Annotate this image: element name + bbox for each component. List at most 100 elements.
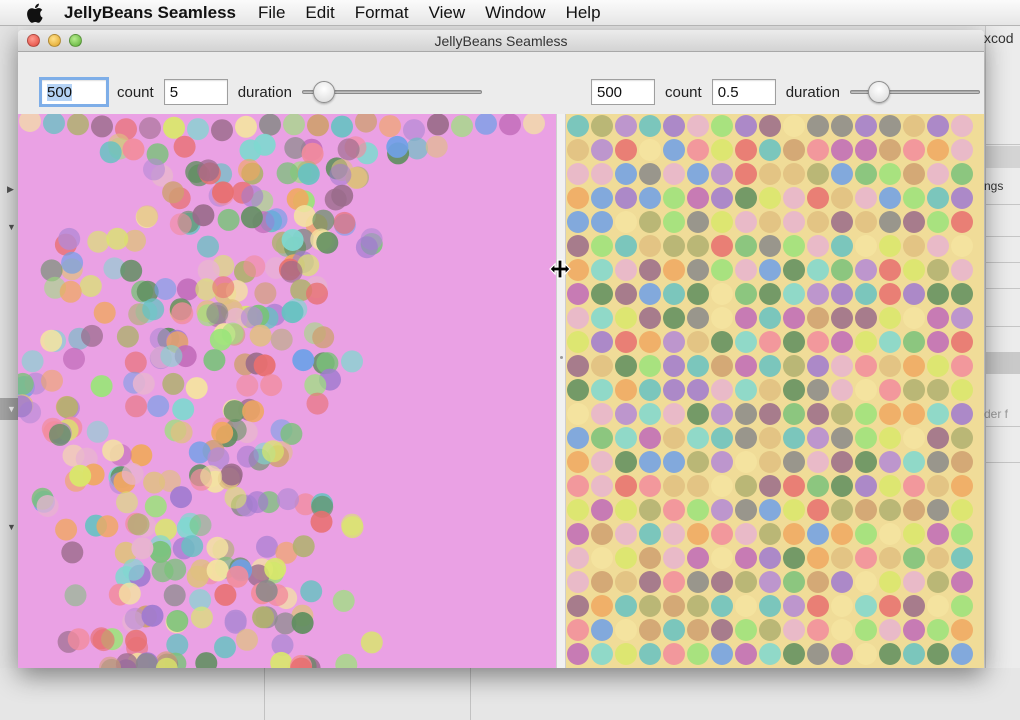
jellybean (927, 331, 949, 353)
menu-view[interactable]: View (429, 3, 466, 23)
left-count-input[interactable]: 500 (39, 77, 109, 107)
jellybean (63, 347, 85, 370)
jellybean (759, 403, 781, 425)
jellybean (783, 547, 805, 569)
jellybean (951, 355, 973, 377)
jellybean (855, 475, 877, 497)
menu-edit[interactable]: Edit (305, 3, 334, 23)
jellybean (591, 475, 613, 497)
jellybean (93, 301, 116, 324)
jellybean (903, 571, 925, 593)
jellybean (130, 444, 153, 467)
jellybean (591, 235, 613, 257)
right-jellybean-canvas[interactable] (566, 114, 984, 668)
jellybean (324, 188, 347, 211)
jellybean (403, 119, 425, 142)
jellybean (951, 235, 973, 257)
jellybean (903, 523, 925, 545)
jellybean (855, 187, 877, 209)
jellybean (735, 211, 757, 233)
jellybean (190, 606, 213, 629)
jellybean (855, 595, 877, 617)
jellybean (735, 163, 757, 185)
jellybean (591, 547, 613, 569)
jellybean (831, 259, 853, 281)
jellybean (687, 115, 709, 137)
jellybean (310, 510, 333, 533)
background-label: rder f (980, 407, 1009, 421)
controls-toolbar: 500 count 5 duration 500 count 0.5 durat… (18, 52, 984, 114)
apple-icon[interactable] (22, 2, 50, 24)
left-slider-knob[interactable] (312, 81, 335, 103)
jellybean (615, 259, 637, 281)
right-slider-knob[interactable] (867, 81, 890, 103)
jellybean (639, 115, 661, 137)
jellybean (807, 187, 829, 209)
split-divider[interactable] (556, 114, 566, 668)
menu-file[interactable]: File (258, 3, 285, 23)
jellybean (639, 259, 661, 281)
app-menu[interactable]: JellyBeans Seamless (64, 3, 236, 23)
jellybean (270, 651, 293, 668)
jellybean (276, 162, 299, 185)
right-duration-input[interactable]: 0.5 (711, 79, 776, 105)
jellybean (663, 403, 685, 425)
jellybean (735, 403, 757, 425)
menu-help[interactable]: Help (566, 3, 601, 23)
jellybean (143, 158, 165, 181)
left-duration-slider[interactable] (301, 79, 482, 105)
minimize-icon[interactable] (48, 34, 61, 47)
jellybean (807, 163, 829, 185)
right-count-input[interactable]: 500 (591, 79, 655, 105)
jellybean (87, 230, 110, 253)
jellybean (172, 398, 195, 421)
jellybean (855, 499, 877, 521)
jellybean (142, 298, 165, 321)
jellybean (192, 204, 215, 227)
jellybean (711, 235, 733, 257)
jellybean (735, 475, 757, 497)
jellybean (170, 421, 193, 444)
jellybean (122, 138, 145, 161)
jellybean (807, 283, 829, 305)
right-duration-slider[interactable] (849, 79, 980, 105)
jellybean (120, 259, 143, 282)
menu-window[interactable]: Window (485, 3, 545, 23)
window-titlebar[interactable]: JellyBeans Seamless (18, 30, 984, 52)
close-icon[interactable] (27, 34, 40, 47)
jellybean (879, 163, 901, 185)
jellybean (639, 163, 661, 185)
zoom-icon[interactable] (69, 34, 82, 47)
jellybean (783, 403, 805, 425)
jellybean (807, 115, 829, 137)
left-duration-input[interactable]: 5 (163, 79, 228, 105)
jellybean (759, 187, 781, 209)
jellybean (615, 619, 637, 641)
jellybean (711, 403, 733, 425)
jellybean (879, 595, 901, 617)
jellybean (567, 331, 589, 353)
jellybean (879, 307, 901, 329)
jellybean (783, 619, 805, 641)
jellybean (711, 163, 733, 185)
jellybean (951, 307, 973, 329)
jellybean (951, 571, 973, 593)
jellybean (220, 463, 243, 486)
menu-format[interactable]: Format (355, 3, 409, 23)
jellybean (711, 259, 733, 281)
left-jellybean-canvas[interactable] (18, 114, 556, 668)
jellybean (783, 355, 805, 377)
jellybean (567, 211, 589, 233)
jellybean (879, 451, 901, 473)
jellybean (831, 139, 853, 161)
jellybean (615, 643, 637, 665)
jellybean (927, 235, 949, 257)
jellybean (281, 301, 304, 324)
jellybean (951, 427, 973, 449)
disclosure-triangle-icon: ▼ (7, 404, 16, 414)
jellybean (86, 420, 109, 443)
jellybean (615, 211, 637, 233)
jellybean (212, 276, 235, 299)
jellybean (260, 374, 283, 397)
jellybean (759, 331, 781, 353)
